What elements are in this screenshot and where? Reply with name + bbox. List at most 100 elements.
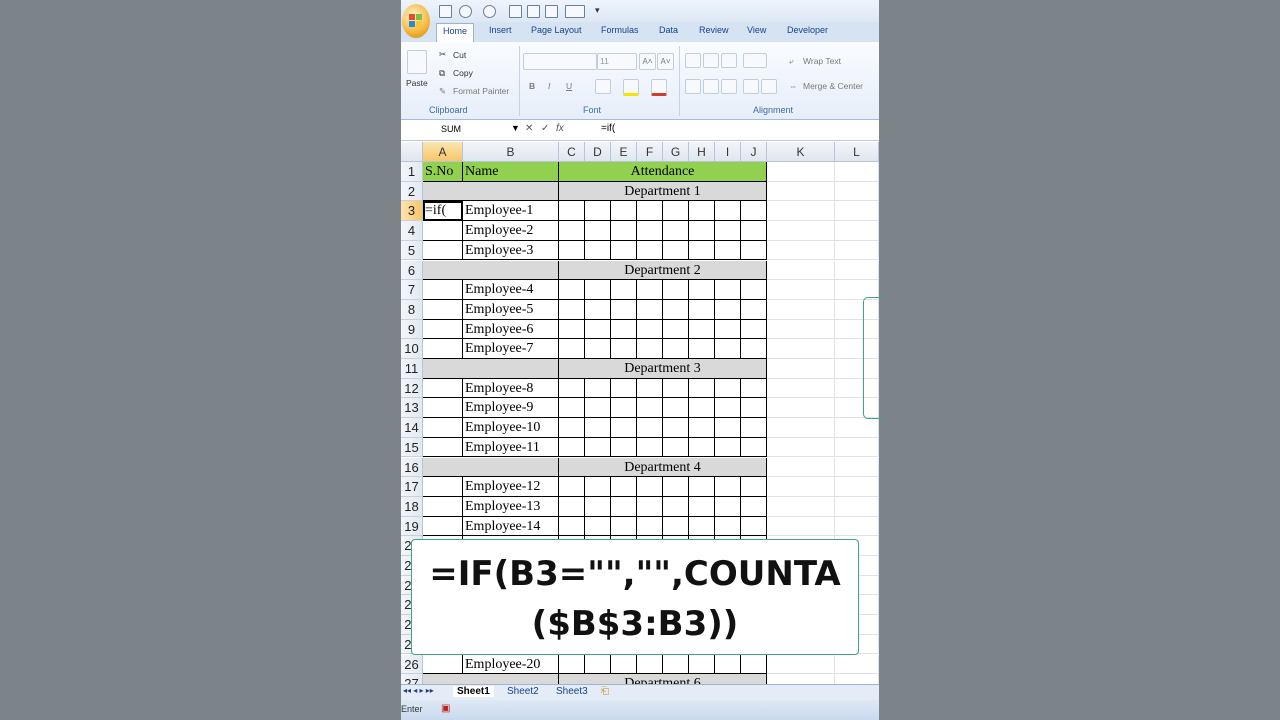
cell-attendance[interactable] [741, 280, 767, 300]
formula-input[interactable]: =if( [601, 123, 615, 134]
cell-sno[interactable] [423, 240, 463, 261]
cell-attendance[interactable] [559, 418, 585, 438]
cell-blank[interactable] [767, 418, 835, 438]
row-header[interactable]: 8 [401, 299, 423, 320]
cell-attendance[interactable] [741, 496, 767, 517]
decrease-indent-icon[interactable] [743, 79, 759, 94]
cell-blank[interactable] [767, 162, 835, 182]
row-header[interactable]: 19 [401, 516, 423, 537]
cell-attendance[interactable] [611, 398, 637, 419]
cell-attendance[interactable] [741, 319, 767, 340]
column-header-e[interactable]: E [611, 142, 637, 162]
cell-attendance[interactable] [637, 280, 663, 300]
insert-sheet-icon[interactable]: ⎗ [601, 686, 609, 697]
cell-attendance[interactable] [715, 319, 741, 340]
row-header[interactable]: 13 [401, 398, 423, 419]
cell-sno[interactable] [423, 378, 463, 399]
cell-attendance[interactable] [611, 654, 637, 675]
row-header[interactable]: 18 [401, 496, 423, 517]
cell-attendance[interactable] [689, 221, 715, 241]
cell-sno[interactable] [423, 477, 463, 497]
cell-blank[interactable] [835, 181, 879, 202]
print-preview-icon[interactable] [509, 5, 522, 18]
cell-attendance[interactable] [741, 437, 767, 458]
tab-developer[interactable]: Developer [787, 25, 828, 35]
customize-qat-icon[interactable]: ▾ [595, 5, 600, 16]
cell-blank[interactable] [767, 339, 835, 359]
cell-blank[interactable] [423, 457, 559, 478]
borders-icon[interactable] [595, 79, 611, 94]
cell-attendance[interactable] [715, 496, 741, 517]
formula-cancel-icon[interactable]: ✕ [525, 123, 533, 134]
cell-attendance[interactable] [611, 339, 637, 359]
align-middle-icon[interactable] [703, 53, 719, 68]
cell-attendance[interactable] [741, 654, 767, 675]
tab-home[interactable]: Home [436, 23, 475, 44]
cell-sno[interactable] [423, 437, 463, 458]
cell-attendance[interactable] [585, 201, 611, 222]
row-header[interactable]: 9 [401, 319, 423, 340]
cell-attendance[interactable] [663, 477, 689, 497]
cell-blank[interactable] [835, 457, 879, 478]
cell-attendance[interactable] [585, 496, 611, 517]
cell-name[interactable]: Employee-1 [463, 201, 559, 222]
cell-attendance[interactable] [611, 437, 637, 458]
column-header-a[interactable]: A [423, 142, 463, 162]
cell-attendance[interactable] [559, 299, 585, 320]
sheet-nav-icon[interactable]: ◂◂ ◂ ▸ ▸▸ [403, 686, 434, 695]
cell-sno[interactable] [423, 496, 463, 517]
cell-attendance[interactable] [585, 418, 611, 438]
cell-blank[interactable] [423, 181, 559, 202]
column-header-d[interactable]: D [585, 142, 611, 162]
row-header[interactable]: 4 [401, 221, 423, 241]
select-all-button[interactable] [401, 142, 423, 162]
row-header[interactable]: 26 [401, 654, 423, 675]
cell-attendance[interactable] [611, 516, 637, 537]
save-icon[interactable] [439, 5, 452, 18]
cell-attendance[interactable] [611, 418, 637, 438]
cell-attendance[interactable] [637, 221, 663, 241]
cell-attendance[interactable] [663, 240, 689, 261]
cell-name[interactable]: Employee-5 [463, 299, 559, 320]
cell-blank[interactable] [423, 359, 559, 379]
tab-review[interactable]: Review [699, 25, 729, 35]
cell-attendance[interactable] [637, 299, 663, 320]
cell-name[interactable]: Employee-8 [463, 378, 559, 399]
cell-name[interactable]: Employee-4 [463, 280, 559, 300]
cell-attendance[interactable] [741, 477, 767, 497]
row-header[interactable]: 6 [401, 260, 423, 281]
cell-attendance[interactable] [611, 240, 637, 261]
cell-attendance[interactable] [689, 299, 715, 320]
orientation-icon[interactable] [743, 53, 767, 68]
cell-attendance[interactable] [715, 437, 741, 458]
cell-attendance[interactable] [663, 319, 689, 340]
cell-attendance[interactable] [585, 299, 611, 320]
cell-blank[interactable] [767, 181, 835, 202]
cell-attendance[interactable] [689, 437, 715, 458]
row-header[interactable]: 16 [401, 457, 423, 478]
cell-attendance[interactable] [559, 496, 585, 517]
cell-attendance[interactable] [689, 319, 715, 340]
copy-button[interactable]: Copy [453, 68, 473, 78]
cell-attendance[interactable] [559, 319, 585, 340]
cell-attendance[interactable] [637, 437, 663, 458]
cell-attendance[interactable] [741, 398, 767, 419]
cell-attendance[interactable] [559, 280, 585, 300]
cell-attendance[interactable] [637, 378, 663, 399]
cell-sno[interactable] [423, 339, 463, 359]
cell-blank[interactable] [835, 516, 879, 537]
cell-blank[interactable] [835, 418, 879, 438]
column-header-j[interactable]: J [741, 142, 767, 162]
cell-blank[interactable] [423, 260, 559, 281]
open-icon[interactable] [545, 5, 558, 18]
cell-blank[interactable] [767, 299, 835, 320]
row-header[interactable]: 10 [401, 339, 423, 359]
row-header[interactable]: 5 [401, 240, 423, 261]
cell-blank[interactable] [767, 378, 835, 399]
cell-name-header[interactable]: Name [463, 162, 559, 182]
cell-blank[interactable] [767, 280, 835, 300]
cell-attendance[interactable] [559, 201, 585, 222]
cell-sno[interactable] [423, 319, 463, 340]
cell-attendance[interactable] [585, 437, 611, 458]
insert-function-icon[interactable]: fx [556, 123, 564, 134]
